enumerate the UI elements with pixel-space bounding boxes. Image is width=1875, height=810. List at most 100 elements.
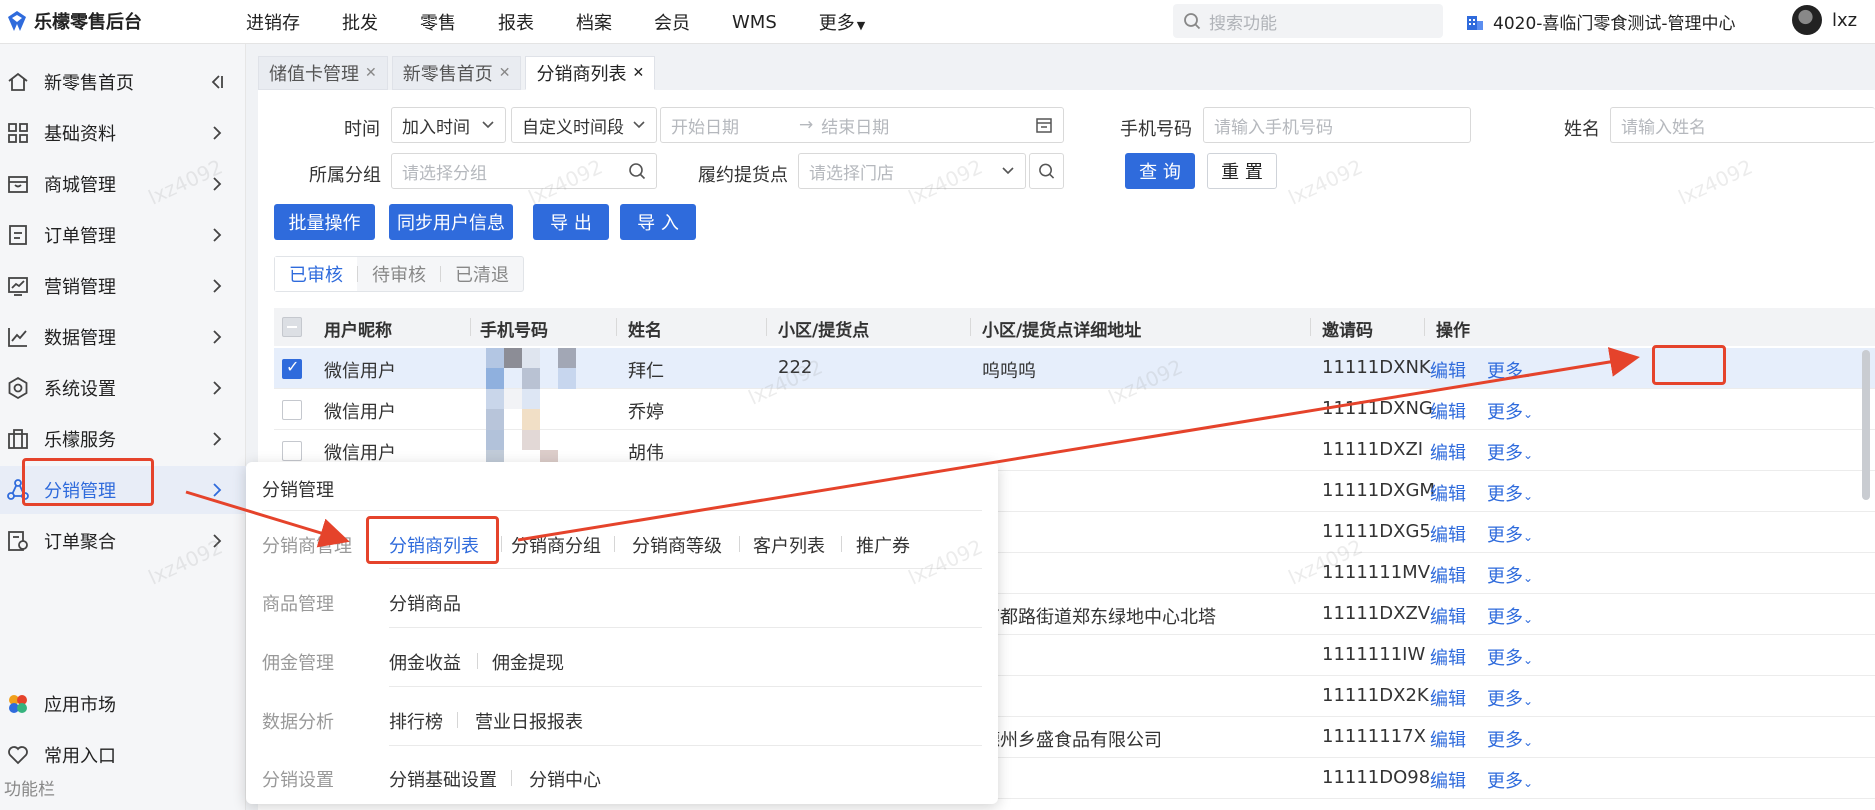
select-all-checkbox[interactable] (282, 317, 302, 337)
date-range-picker[interactable]: 开始日期 → 结束日期 (660, 107, 1064, 143)
more-label: 更多 (1487, 689, 1523, 710)
tab-stored-value-card[interactable]: 储值卡管理 ✕ (258, 56, 388, 90)
sidebar-item-basic-data[interactable]: 基础资料 (0, 109, 246, 157)
more-dropdown[interactable]: 更多⌄ (1487, 357, 1533, 383)
reset-button[interactable]: 重 置 (1207, 153, 1277, 189)
store-selector[interactable]: 4020-喜临门零食测试-管理中心 (1465, 9, 1736, 34)
tab-pending[interactable]: 待审核 (358, 257, 440, 291)
query-button[interactable]: 查 询 (1125, 153, 1195, 189)
tab-new-retail-home[interactable]: 新零售首页 ✕ (391, 56, 522, 90)
store-icon (8, 176, 28, 193)
more-dropdown[interactable]: 更多⌄ (1487, 398, 1533, 424)
edit-link[interactable]: 编辑 (1430, 644, 1466, 670)
time-type-select[interactable]: 加入时间 (391, 107, 506, 143)
edit-link[interactable]: 编辑 (1430, 439, 1466, 465)
column-divider (1424, 318, 1425, 336)
more-dropdown[interactable]: 更多⌄ (1487, 603, 1533, 629)
topnav-wms[interactable]: WMS (732, 12, 777, 33)
more-label: 更多 (1487, 648, 1523, 669)
import-button[interactable]: 导 入 (620, 204, 696, 240)
pickup-search-button[interactable] (1029, 153, 1064, 189)
topnav-wholesale[interactable]: 批发 (342, 9, 378, 35)
more-dropdown[interactable]: 更多⌄ (1487, 644, 1533, 670)
submenu-daily-report[interactable]: 营业日报报表 (475, 708, 583, 734)
sidebar-item-data[interactable]: 数据管理 (0, 313, 246, 361)
sidebar-item-favorites[interactable]: 常用入口 (0, 731, 246, 779)
edit-link[interactable]: 编辑 (1430, 521, 1466, 547)
sidebar-item-lemeng-service[interactable]: 乐檬服务 (0, 415, 246, 463)
aggregate-icon (8, 531, 28, 551)
end-date-input[interactable]: 结束日期 (821, 113, 889, 138)
close-icon[interactable]: ✕ (499, 65, 511, 81)
sidebar-item-mall[interactable]: 商城管理 (0, 160, 246, 208)
sidebar-item-app-market[interactable]: 应用市场 (0, 680, 246, 728)
topnav-archive[interactable]: 档案 (576, 9, 612, 35)
topnav-inventory[interactable]: 进销存 (246, 9, 300, 35)
sidebar-item-settings[interactable]: 系统设置 (0, 364, 246, 412)
tab-approved[interactable]: 已审核 (275, 257, 357, 291)
pickup-select[interactable]: 请选择门店 (798, 153, 1026, 189)
name-input[interactable]: 请输入姓名 (1610, 107, 1875, 143)
time-range-select[interactable]: 自定义时间段 (511, 107, 657, 143)
submenu-distribution-center[interactable]: 分销中心 (529, 766, 601, 792)
logo-icon (8, 11, 26, 31)
topnav-reports[interactable]: 报表 (498, 9, 534, 35)
sidebar-item-marketing[interactable]: 营销管理 (0, 262, 246, 310)
submenu-promo-coupon[interactable]: 推广券 (856, 532, 910, 558)
chevron-right-icon (213, 279, 222, 293)
more-dropdown[interactable]: 更多⌄ (1487, 480, 1533, 506)
group-select[interactable]: 请选择分组 (391, 153, 657, 189)
topnav-member[interactable]: 会员 (654, 9, 690, 35)
row-checkbox[interactable] (282, 441, 302, 461)
submenu-distribution-product[interactable]: 分销商品 (389, 590, 461, 616)
submenu-distributor-level[interactable]: 分销商等级 (632, 532, 722, 558)
edit-link[interactable]: 编辑 (1430, 562, 1466, 588)
topnav-retail[interactable]: 零售 (420, 9, 456, 35)
more-dropdown[interactable]: 更多⌄ (1487, 726, 1533, 752)
more-dropdown[interactable]: 更多⌄ (1487, 685, 1533, 711)
export-button[interactable]: 导 出 (533, 204, 609, 240)
start-date-input[interactable]: 开始日期 (671, 113, 739, 138)
close-icon[interactable]: ✕ (632, 65, 644, 81)
user-menu[interactable]: lxz (1792, 5, 1857, 35)
row-checkbox[interactable] (282, 400, 302, 420)
submenu-customer-list[interactable]: 客户列表 (753, 532, 825, 558)
edit-link[interactable]: 编辑 (1430, 398, 1466, 424)
edit-link[interactable]: 编辑 (1430, 685, 1466, 711)
table-row[interactable]: 微信用户 乔婷 11111DXNG 编辑 更多⌄ (274, 389, 1875, 430)
tab-cleared[interactable]: 已清退 (441, 257, 523, 291)
submenu-commission-income[interactable]: 佣金收益 (389, 649, 461, 675)
table-header: 用户昵称 手机号码 姓名 小区/提货点 小区/提货点详细地址 邀请码 操作 (274, 308, 1875, 346)
app-logo[interactable]: 乐檬零售后台 (6, 8, 142, 34)
edit-link[interactable]: 编辑 (1430, 767, 1466, 793)
close-icon[interactable]: ✕ (365, 65, 377, 81)
topnav-more[interactable]: 更多 ▼ (819, 9, 865, 35)
sidebar-item-order-aggregation[interactable]: 订单聚合 (0, 517, 246, 565)
table-scrollbar[interactable] (1862, 350, 1870, 500)
sidebar-item-label: 商城管理 (44, 175, 116, 196)
divider (457, 712, 458, 728)
more-dropdown[interactable]: 更多⌄ (1487, 767, 1533, 793)
edit-link[interactable]: 编辑 (1430, 726, 1466, 752)
chevron-right-icon (213, 534, 222, 548)
sync-user-info-button[interactable]: 同步用户信息 (389, 204, 513, 240)
phone-input[interactable]: 请输入手机号码 (1203, 107, 1471, 143)
collapse-sidebar-icon[interactable] (210, 72, 224, 92)
more-dropdown[interactable]: 更多⌄ (1487, 562, 1533, 588)
more-dropdown[interactable]: 更多⌄ (1487, 439, 1533, 465)
sidebar-item-new-retail-home[interactable]: 新零售首页 (0, 58, 246, 106)
edit-link[interactable]: 编辑 (1430, 480, 1466, 506)
submenu-leaderboard[interactable]: 排行榜 (389, 708, 443, 734)
tab-distributor-list[interactable]: 分销商列表 ✕ (525, 56, 656, 90)
more-dropdown[interactable]: 更多⌄ (1487, 521, 1533, 547)
sidebar-item-orders[interactable]: 订单管理 (0, 211, 246, 259)
batch-operation-button[interactable]: 批量操作 (274, 204, 375, 240)
edit-link[interactable]: 编辑 (1430, 603, 1466, 629)
edit-link[interactable]: 编辑 (1430, 357, 1466, 383)
submenu-basic-settings[interactable]: 分销基础设置 (389, 766, 497, 792)
submenu-commission-withdraw[interactable]: 佣金提现 (492, 649, 564, 675)
submenu-distributor-group[interactable]: 分销商分组 (511, 532, 601, 558)
table-row[interactable]: ✓ 微信用户 拜仁 222 呜呜呜 11111DXNK 编辑 更多⌄ (274, 348, 1875, 389)
function-search-input[interactable]: 搜索功能 (1173, 4, 1443, 38)
row-checkbox[interactable]: ✓ (282, 357, 302, 379)
